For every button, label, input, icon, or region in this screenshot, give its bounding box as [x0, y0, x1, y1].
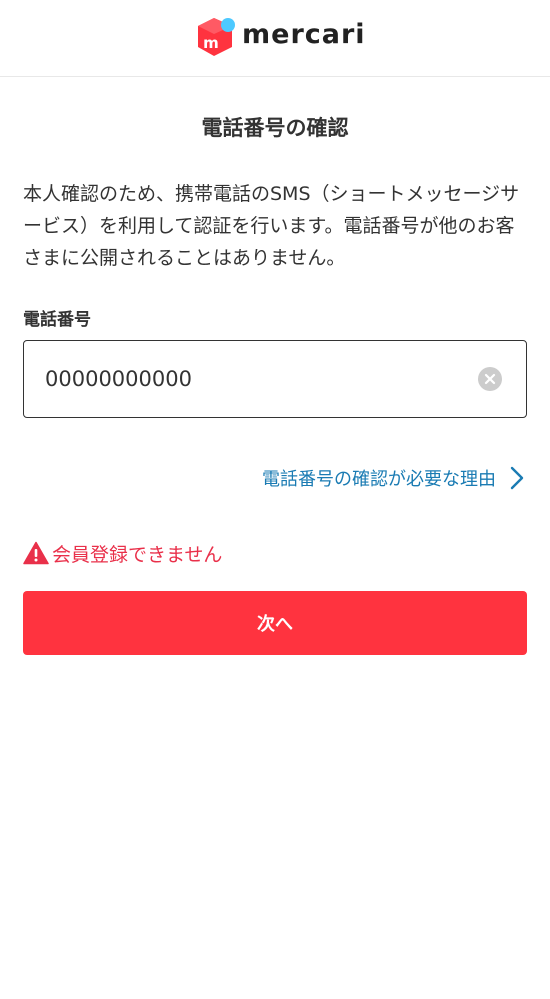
- mercari-logo[interactable]: m mercari: [196, 16, 366, 58]
- phone-number-label: 電話番号: [23, 310, 91, 330]
- warning-icon: [23, 541, 49, 565]
- logo-accent-dot: [221, 18, 235, 32]
- why-phone-verification-link[interactable]: 電話番号の確認が必要な理由: [262, 462, 526, 494]
- logo-text: mercari: [242, 19, 366, 50]
- why-phone-verification-link-label: 電話番号の確認が必要な理由: [262, 469, 496, 490]
- next-button[interactable]: 次へ: [23, 591, 527, 655]
- description-text: 本人確認のため、携帯電話のSMS（ショートメッセージサービス）を利用して認証を行…: [23, 183, 520, 269]
- page-title: 電話番号の確認: [201, 116, 349, 140]
- mercari-logo-icon: m: [198, 18, 235, 56]
- app-header: m mercari: [0, 0, 550, 77]
- clear-input-button[interactable]: [478, 367, 502, 391]
- error-message-text: 会員登録できません: [52, 543, 223, 566]
- chevron-right-icon: [510, 466, 524, 490]
- logo-mark-letter: m: [203, 34, 219, 52]
- phone-number-input[interactable]: [45, 341, 465, 417]
- clear-circle-icon: [484, 373, 496, 385]
- error-message: 会員登録できません: [23, 538, 222, 568]
- phone-number-field[interactable]: [23, 340, 527, 418]
